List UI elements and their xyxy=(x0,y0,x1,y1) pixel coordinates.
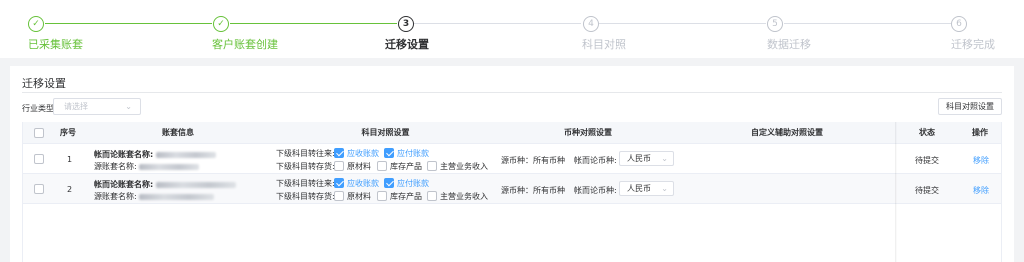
step-number: 6 xyxy=(951,16,967,32)
inventory-checkbox[interactable] xyxy=(377,161,387,171)
inventory-label: 库存产品 xyxy=(390,192,422,201)
progress-steps: ✓ 已采集账套 ✓ 客户账套创建 3 迁移设置 4 科目对照 5 数据迁移 6 … xyxy=(0,0,1024,58)
fixed-column-shadow xyxy=(895,122,897,262)
receivable-label: 应收账款 xyxy=(347,149,379,158)
raw-material-checkbox[interactable] xyxy=(334,161,344,171)
payable-checkbox[interactable] xyxy=(384,148,394,158)
table-row: 1 帐而论账套名称: 源账套名称: 下级科目转往来: 应收账款 应付账款 下级科… xyxy=(23,144,1001,174)
table-row: 2 帐而论账套名称: 源账套名称: 下级科目转往来: 应收账款 应付账款 下级科… xyxy=(23,174,1001,204)
step-connector-2 xyxy=(230,23,397,24)
subject-line1-label: 下级科目转往来: xyxy=(276,179,335,188)
chevron-down-icon: ⌄ xyxy=(661,154,668,163)
migration-settings-panel: 迁移设置 行业类型 请选择 ⌄ 科目对照设置 序号 账套信息 科目对照设置 币种… xyxy=(10,66,1014,262)
inventory-label: 库存产品 xyxy=(390,162,422,171)
check-icon: ✓ xyxy=(213,16,229,32)
revenue-checkbox[interactable] xyxy=(427,191,437,201)
step-label: 科目对照 xyxy=(582,38,626,51)
target-currency-label: 帐而论币种: xyxy=(574,156,617,165)
target-label: 帐而论账套名称: xyxy=(94,180,154,189)
redacted-text xyxy=(155,181,236,188)
redacted-text xyxy=(139,163,200,170)
header-action: 操作 xyxy=(972,128,988,137)
industry-placeholder: 请选择 xyxy=(64,102,88,111)
inventory-checkbox[interactable] xyxy=(377,191,387,201)
raw-material-label: 原材料 xyxy=(347,192,371,201)
row-index: 1 xyxy=(67,155,73,164)
target-account-name: 帐而论账套名称: xyxy=(94,149,216,160)
step-number: 4 xyxy=(583,16,599,32)
target-account-name: 帐而论账套名称: xyxy=(94,179,236,190)
source-label: 源账套名称: xyxy=(94,162,137,171)
header-currency-map: 币种对照设置 xyxy=(564,128,612,137)
redacted-text xyxy=(155,151,216,158)
header-account-info: 账套信息 xyxy=(162,128,194,137)
header-custom-map: 自定义辅助对照设置 xyxy=(751,128,823,137)
currency-select[interactable]: 人民币 ⌄ xyxy=(619,181,674,196)
payable-label: 应付账款 xyxy=(397,179,429,188)
row-checkbox[interactable] xyxy=(34,184,44,194)
redacted-text xyxy=(139,193,215,200)
row-checkbox[interactable] xyxy=(34,154,44,164)
source-account-name: 源账套名称: xyxy=(94,191,215,202)
step-label: 迁移完成 xyxy=(951,38,995,51)
raw-material-checkbox[interactable] xyxy=(334,191,344,201)
header-subject-map: 科目对照设置 xyxy=(361,128,410,137)
step-number: 3 xyxy=(398,16,414,32)
industry-select[interactable]: 请选择 ⌄ xyxy=(53,98,141,115)
account-table: 序号 账套信息 科目对照设置 币种对照设置 自定义辅助对照设置 状态 操作 1 … xyxy=(22,122,1002,262)
receivable-label: 应收账款 xyxy=(347,179,379,188)
step-label: 数据迁移 xyxy=(767,38,811,51)
revenue-checkbox[interactable] xyxy=(427,161,437,171)
receivable-checkbox[interactable] xyxy=(334,148,344,158)
currency-select[interactable]: 人民币 ⌄ xyxy=(619,151,674,166)
source-label: 源账套名称: xyxy=(94,192,137,201)
currency-value: 人民币 xyxy=(627,184,651,193)
step-connector-1 xyxy=(45,23,212,24)
subject-line1-label: 下级科目转往来: xyxy=(276,149,335,158)
header-index: 序号 xyxy=(60,128,76,137)
panel-title: 迁移设置 xyxy=(22,77,66,90)
step-label: 已采集账套 xyxy=(28,38,83,51)
select-all-checkbox[interactable] xyxy=(34,128,44,138)
receivable-checkbox[interactable] xyxy=(334,178,344,188)
payable-label: 应付账款 xyxy=(397,149,429,158)
source-currency: 源币种：所有币种 xyxy=(501,186,565,195)
subject-line2-label: 下级科目转存货: xyxy=(276,192,335,201)
subject-line2-label: 下级科目转存货: xyxy=(276,162,335,171)
target-label: 帐而论账套名称: xyxy=(94,150,154,159)
step-connector-5 xyxy=(784,23,951,24)
revenue-label: 主营业务收入 xyxy=(440,192,488,201)
raw-material-label: 原材料 xyxy=(347,162,371,171)
step-label: 客户账套创建 xyxy=(212,38,278,51)
status-text: 待提交 xyxy=(915,156,939,165)
step-connector-3 xyxy=(414,23,581,24)
remove-link[interactable]: 移除 xyxy=(973,155,989,166)
row-index: 2 xyxy=(67,185,73,194)
step-connector-4 xyxy=(599,23,766,24)
revenue-label: 主营业务收入 xyxy=(440,162,488,171)
currency-value: 人民币 xyxy=(627,154,651,163)
source-currency: 源币种：所有币种 xyxy=(501,156,565,165)
chevron-down-icon: ⌄ xyxy=(661,184,668,193)
divider xyxy=(22,92,1002,93)
check-icon: ✓ xyxy=(28,16,44,32)
industry-label: 行业类型 xyxy=(22,104,54,113)
table-header: 序号 账套信息 科目对照设置 币种对照设置 自定义辅助对照设置 状态 操作 xyxy=(23,122,1001,144)
source-account-name: 源账套名称: xyxy=(94,161,200,172)
payable-checkbox[interactable] xyxy=(384,178,394,188)
remove-link[interactable]: 移除 xyxy=(973,185,989,196)
target-currency-label: 帐而论币种: xyxy=(574,186,617,195)
header-status: 状态 xyxy=(919,128,935,137)
step-label: 迁移设置 xyxy=(385,38,429,51)
chevron-down-icon: ⌄ xyxy=(125,102,132,111)
subject-mapping-settings-button[interactable]: 科目对照设置 xyxy=(938,98,1002,115)
migration-page: ✓ 已采集账套 ✓ 客户账套创建 3 迁移设置 4 科目对照 5 数据迁移 6 … xyxy=(0,0,1024,262)
status-text: 待提交 xyxy=(915,186,939,195)
step-number: 5 xyxy=(767,16,783,32)
